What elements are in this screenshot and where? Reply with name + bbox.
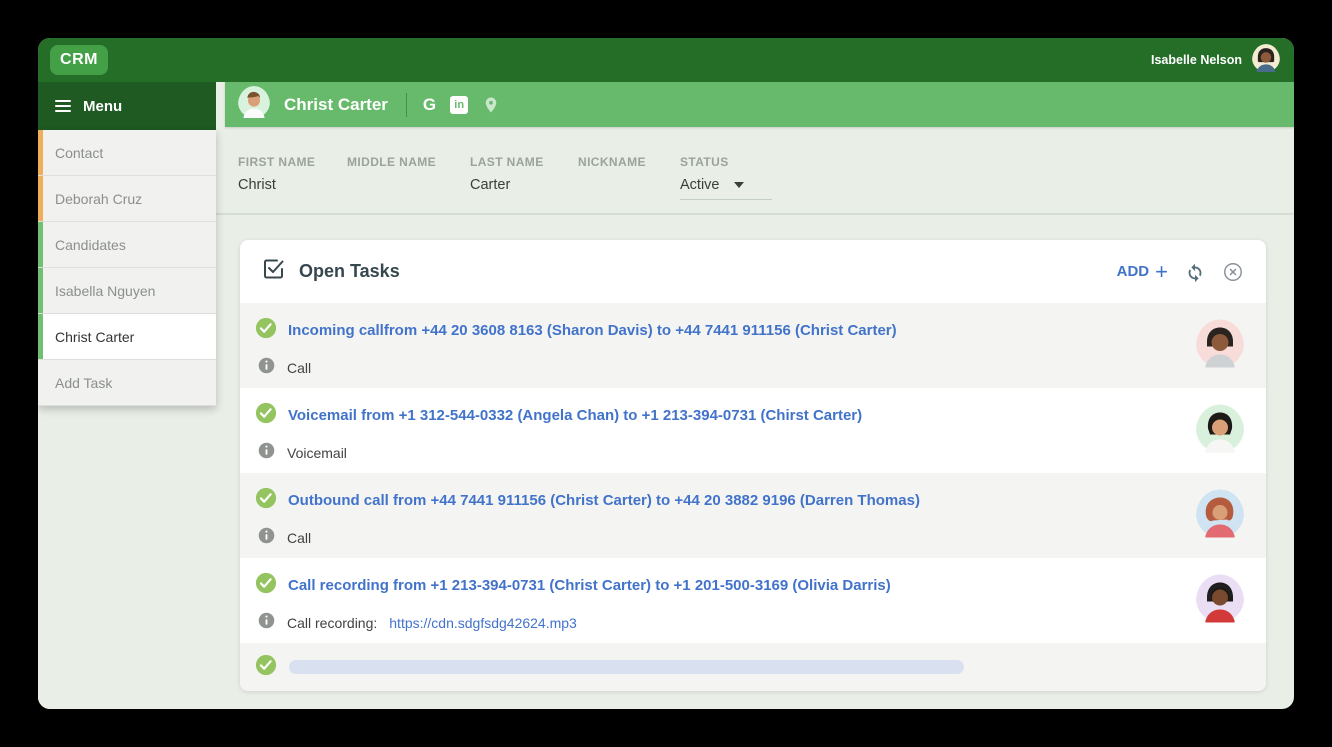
item-color-strip: [38, 268, 43, 313]
task-contact-avatar: [1196, 489, 1244, 542]
sidebar-item-christ-carter[interactable]: Christ Carter: [38, 314, 216, 360]
add-task-button[interactable]: ADD +: [1117, 261, 1168, 283]
task-done-icon[interactable]: [255, 572, 277, 599]
last-name-value[interactable]: Carter: [470, 177, 578, 195]
google-icon[interactable]: G: [423, 95, 436, 115]
field-label: MIDDLE NAME: [347, 155, 470, 169]
refresh-icon[interactable]: [1184, 261, 1206, 283]
crm-logo[interactable]: CRM: [50, 45, 108, 75]
sidebar-item-candidates[interactable]: Candidates: [38, 222, 216, 268]
item-color-strip: [38, 222, 43, 267]
location-pin-icon[interactable]: [482, 96, 500, 114]
menu-label: Menu: [83, 98, 122, 115]
linkedin-icon[interactable]: in: [450, 96, 468, 114]
field-status: STATUS Active: [680, 155, 772, 213]
plus-icon: +: [1155, 261, 1168, 283]
task-type: Voicemail: [287, 445, 347, 461]
nickname-value[interactable]: [578, 177, 680, 195]
task-done-icon[interactable]: [255, 402, 277, 429]
task-title-link[interactable]: Call recording from +1 213-394-0731 (Chr…: [288, 577, 891, 594]
app-window: CRM Isabelle Nelson Menu Contact Deborah…: [38, 38, 1294, 709]
first-name-value[interactable]: Christ: [238, 177, 347, 195]
field-last-name: LAST NAME Carter: [470, 155, 578, 213]
sidebar-item-isabella-nguyen[interactable]: Isabella Nguyen: [38, 268, 216, 314]
task-row: Incoming callfrom +44 20 3608 8163 (Shar…: [240, 303, 1266, 388]
field-middle-name: MIDDLE NAME: [347, 155, 470, 213]
item-color-strip: [38, 314, 43, 359]
top-bar: CRM Isabelle Nelson: [38, 38, 1294, 82]
task-row: Call recording from +1 213-394-0731 (Chr…: [240, 558, 1266, 643]
middle-name-value[interactable]: [347, 177, 470, 195]
sidebar: Menu Contact Deborah Cruz Candidates Isa…: [38, 82, 216, 709]
info-icon: [258, 357, 275, 379]
sidebar-item-label: Contact: [55, 145, 103, 161]
task-title-link[interactable]: Outbound call from +44 7441 911156 (Chri…: [288, 492, 920, 509]
sidebar-item-label: Deborah Cruz: [55, 191, 142, 207]
task-contact-avatar: [1196, 319, 1244, 372]
user-avatar[interactable]: [1252, 44, 1280, 77]
task-contact-avatar: [1196, 404, 1244, 457]
item-color-strip: [38, 176, 43, 221]
info-icon: [258, 442, 275, 464]
task-contact-avatar: [1196, 574, 1244, 627]
header-divider: [406, 93, 407, 117]
sidebar-item-label: Christ Carter: [55, 329, 134, 345]
task-title-link[interactable]: Voicemail from +1 312-544-0332 (Angela C…: [288, 407, 862, 424]
recording-link[interactable]: https://cdn.sdgfsdg42624.mp3: [389, 615, 577, 631]
open-tasks-card: Open Tasks ADD +: [240, 240, 1266, 691]
chevron-down-icon: [734, 182, 744, 188]
sidebar-item-contact[interactable]: Contact: [38, 130, 216, 176]
contact-header: Christ Carter G in: [225, 82, 1294, 127]
field-label: FIRST NAME: [238, 155, 347, 169]
sidebar-item-label: Isabella Nguyen: [55, 283, 155, 299]
sidebar-menu-header[interactable]: Menu: [38, 82, 216, 130]
field-label: NICKNAME: [578, 155, 680, 169]
task-type: Call recording:: [287, 615, 377, 631]
field-label: STATUS: [680, 155, 772, 169]
item-color-strip: [38, 130, 43, 175]
user-menu[interactable]: Isabelle Nelson: [1151, 38, 1280, 82]
card-title: Open Tasks: [299, 261, 400, 282]
task-row: Outbound call from +44 7441 911156 (Chri…: [240, 473, 1266, 558]
contact-avatar: [238, 86, 270, 123]
field-first-name: FIRST NAME Christ: [238, 155, 347, 213]
sidebar-item-label: Candidates: [55, 237, 126, 253]
task-row: Voicemail from +1 312-544-0332 (Angela C…: [240, 388, 1266, 473]
sidebar-menu-list: Contact Deborah Cruz Candidates Isabella…: [38, 130, 216, 406]
loading-placeholder-bar: [289, 660, 964, 674]
task-done-icon[interactable]: [255, 487, 277, 514]
sidebar-item-deborah-cruz[interactable]: Deborah Cruz: [38, 176, 216, 222]
info-icon: [258, 612, 275, 634]
tasks-checkbox-icon: [262, 257, 286, 286]
task-done-icon[interactable]: [255, 654, 277, 681]
task-type: Call: [287, 360, 311, 376]
close-circle-icon[interactable]: [1222, 261, 1244, 283]
info-icon: [258, 527, 275, 549]
main-area: Christ Carter G in FIRST NAME Christ MID…: [216, 82, 1294, 709]
contact-form: FIRST NAME Christ MIDDLE NAME LAST NAME …: [216, 127, 1294, 215]
open-tasks-header: Open Tasks ADD +: [240, 240, 1266, 303]
status-select[interactable]: Active: [680, 177, 772, 200]
task-done-icon[interactable]: [255, 317, 277, 344]
user-name: Isabelle Nelson: [1151, 53, 1242, 67]
sidebar-item-label: Add Task: [55, 375, 112, 391]
task-row-loading: [240, 643, 1266, 691]
field-nickname: NICKNAME: [578, 155, 680, 213]
field-label: LAST NAME: [470, 155, 578, 169]
task-title-link[interactable]: Incoming callfrom +44 20 3608 8163 (Shar…: [288, 322, 897, 339]
task-type: Call: [287, 530, 311, 546]
sidebar-item-add-task[interactable]: Add Task: [38, 360, 216, 406]
status-value: Active: [680, 177, 720, 193]
hamburger-icon: [55, 100, 71, 112]
contact-name: Christ Carter: [284, 95, 388, 115]
